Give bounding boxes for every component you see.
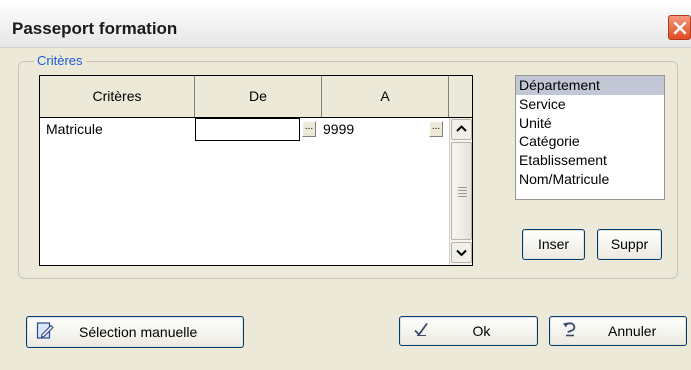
scroll-thumb[interactable]: [451, 142, 472, 240]
column-header-spacer: [449, 76, 472, 117]
suppr-button-label: Suppr: [610, 236, 649, 252]
title-bar: Passeport formation: [0, 0, 691, 48]
scroll-up-button[interactable]: [451, 119, 472, 140]
criteria-listbox[interactable]: Département Service Unité Catégorie Etab…: [515, 75, 665, 200]
list-item-service[interactable]: Service: [516, 95, 664, 114]
criteria-grid[interactable]: Critères De A Matricule ... 9999 ...: [39, 75, 473, 266]
cell-de-input[interactable]: [195, 118, 300, 141]
a-browse-button[interactable]: ...: [429, 121, 443, 137]
grid-vertical-scrollbar[interactable]: [449, 118, 472, 265]
criteria-group-legend: Critères: [34, 53, 86, 68]
scroll-down-button[interactable]: [451, 242, 472, 263]
list-item-categorie[interactable]: Catégorie: [516, 132, 664, 151]
manual-selection-label: Sélection manuelle: [79, 324, 198, 340]
cancel-button[interactable]: Annuler: [549, 316, 687, 346]
cell-a-value[interactable]: 9999: [320, 118, 425, 141]
chevron-down-icon: [456, 249, 467, 257]
inser-button[interactable]: Inser: [522, 229, 585, 260]
column-header-de[interactable]: De: [195, 76, 322, 117]
table-row[interactable]: Matricule ... 9999 ...: [40, 118, 448, 141]
document-edit-icon: [35, 321, 55, 344]
close-button[interactable]: [668, 15, 691, 40]
window-title: Passeport formation: [12, 19, 178, 38]
suppr-button[interactable]: Suppr: [597, 229, 662, 260]
grid-header: Critères De A: [40, 76, 472, 118]
cell-critere[interactable]: Matricule: [40, 118, 195, 141]
manual-selection-button[interactable]: Sélection manuelle: [26, 316, 244, 348]
cancel-button-label: Annuler: [608, 323, 657, 339]
list-item-departement[interactable]: Département: [516, 76, 664, 95]
list-item-nom-matricule[interactable]: Nom/Matricule: [516, 170, 664, 189]
chevron-up-icon: [456, 125, 467, 132]
column-header-a[interactable]: A: [322, 76, 449, 117]
list-item-etablissement[interactable]: Etablissement: [516, 151, 664, 170]
ok-button[interactable]: Ok: [399, 316, 538, 346]
list-item-unite[interactable]: Unité: [516, 114, 664, 133]
ok-button-label: Ok: [472, 323, 491, 339]
close-icon: [673, 21, 687, 35]
column-header-criteres[interactable]: Critères: [40, 76, 195, 117]
de-browse-button[interactable]: ...: [302, 121, 316, 137]
inser-button-label: Inser: [537, 236, 570, 252]
